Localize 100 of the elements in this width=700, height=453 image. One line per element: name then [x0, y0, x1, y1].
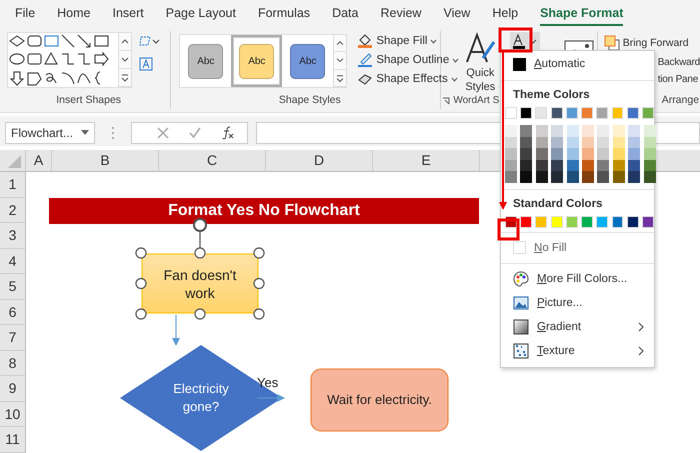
- color-swatch[interactable]: [505, 160, 517, 171]
- name-box[interactable]: Flowchart...: [5, 122, 95, 144]
- color-swatch[interactable]: [566, 148, 579, 160]
- ribbon-tab[interactable]: Home: [57, 2, 90, 26]
- color-swatch[interactable]: [612, 160, 625, 171]
- color-swatch[interactable]: [566, 160, 579, 171]
- color-swatch[interactable]: [535, 216, 548, 228]
- color-swatch[interactable]: [612, 171, 625, 182]
- color-swatch[interactable]: [582, 136, 594, 148]
- more-icon[interactable]: [334, 70, 346, 87]
- color-swatch[interactable]: [536, 125, 548, 136]
- check-icon[interactable]: [189, 126, 201, 138]
- row-header[interactable]: 4: [0, 248, 25, 274]
- color-swatch[interactable]: [582, 171, 594, 182]
- more-icon[interactable]: [119, 69, 131, 87]
- color-swatch[interactable]: [612, 216, 624, 228]
- column-header[interactable]: B: [51, 150, 158, 171]
- function-icon[interactable]: [221, 126, 235, 140]
- color-swatch[interactable]: [597, 136, 610, 148]
- color-swatch[interactable]: [612, 136, 625, 148]
- row-header[interactable]: 1: [0, 172, 25, 198]
- ribbon-command[interactable]: Shape Effects: [357, 72, 460, 86]
- row-header[interactable]: 7: [0, 325, 25, 350]
- color-swatch[interactable]: [536, 148, 548, 160]
- color-swatch[interactable]: [520, 148, 532, 160]
- cancel-icon[interactable]: [157, 126, 169, 138]
- color-swatch[interactable]: [551, 125, 564, 136]
- color-swatch[interactable]: [596, 107, 608, 119]
- color-swatch[interactable]: [551, 148, 564, 160]
- color-swatch[interactable]: [535, 107, 548, 119]
- ribbon-command[interactable]: Shape Outline: [357, 53, 460, 67]
- color-swatch[interactable]: [566, 136, 579, 148]
- color-swatch[interactable]: [628, 136, 640, 148]
- color-swatch[interactable]: [644, 160, 656, 171]
- color-swatch[interactable]: [582, 148, 594, 160]
- color-swatch[interactable]: [505, 148, 517, 160]
- shapes-gallery[interactable]: [7, 32, 132, 88]
- row-header[interactable]: 11: [0, 427, 25, 452]
- row-header[interactable]: 6: [0, 300, 25, 325]
- color-swatch[interactable]: [626, 107, 639, 119]
- color-swatch[interactable]: [582, 125, 594, 136]
- color-swatch[interactable]: [628, 171, 640, 182]
- row-header[interactable]: 8: [0, 350, 25, 376]
- color-swatch[interactable]: [626, 216, 639, 228]
- ribbon-tab[interactable]: Review: [380, 2, 422, 26]
- color-swatch[interactable]: [551, 171, 564, 182]
- color-swatch[interactable]: [597, 171, 610, 182]
- ribbon-tab[interactable]: Shape Format: [540, 2, 624, 26]
- menu-item[interactable]: Picture...: [501, 290, 654, 314]
- color-swatch[interactable]: [520, 171, 532, 182]
- edit-shape-icon[interactable]: [138, 34, 160, 48]
- text-box-icon[interactable]: [138, 56, 154, 72]
- column-header[interactable]: D: [265, 150, 372, 171]
- ribbon-tab[interactable]: Data: [332, 2, 358, 26]
- color-swatch[interactable]: [505, 171, 517, 182]
- scroll-down-icon[interactable]: [334, 52, 346, 70]
- scroll-down-icon[interactable]: [119, 51, 131, 69]
- ribbon-tab[interactable]: Formulas: [258, 2, 310, 26]
- color-swatch[interactable]: [644, 171, 656, 182]
- color-swatch[interactable]: [536, 160, 548, 171]
- style-option[interactable]: Abc: [231, 35, 282, 87]
- color-swatch[interactable]: [520, 107, 532, 119]
- row-header[interactable]: 3: [0, 223, 25, 248]
- color-swatch[interactable]: [566, 125, 579, 136]
- color-swatch[interactable]: [550, 216, 563, 228]
- row-header[interactable]: 5: [0, 274, 25, 300]
- row-header[interactable]: 2: [0, 198, 25, 223]
- menu-item[interactable]: More Fill Colors...: [501, 266, 654, 290]
- color-swatch[interactable]: [612, 107, 624, 119]
- column-header[interactable]: C: [158, 150, 265, 171]
- color-swatch[interactable]: [644, 125, 656, 136]
- styles-gallery[interactable]: Abc Abc Abc: [179, 34, 348, 88]
- menu-item[interactable]: Texture: [501, 338, 654, 362]
- color-swatch[interactable]: [505, 136, 517, 148]
- color-swatch[interactable]: [566, 171, 579, 182]
- row-header[interactable]: 9: [0, 376, 25, 402]
- color-swatch[interactable]: [628, 160, 640, 171]
- color-swatch[interactable]: [597, 125, 610, 136]
- scroll-up-icon[interactable]: [119, 33, 131, 51]
- column-header[interactable]: A: [25, 150, 51, 171]
- menu-item[interactable]: Automatic: [501, 51, 654, 77]
- color-swatch[interactable]: [644, 136, 656, 148]
- color-swatch[interactable]: [642, 216, 654, 228]
- ribbon-tab[interactable]: Page Layout: [166, 2, 236, 26]
- color-swatch[interactable]: [566, 107, 578, 119]
- color-swatch[interactable]: [597, 148, 610, 160]
- quick-styles-button[interactable]: Quick Styles: [458, 32, 502, 94]
- color-swatch[interactable]: [612, 148, 625, 160]
- menu-item[interactable]: Gradient: [501, 314, 654, 338]
- ribbon-command[interactable]: Bring Forward: [604, 35, 689, 51]
- selection-handles[interactable]: [133, 216, 267, 322]
- color-swatch[interactable]: [520, 136, 532, 148]
- color-swatch[interactable]: [642, 107, 654, 119]
- style-option[interactable]: Abc: [282, 35, 334, 87]
- color-swatch[interactable]: [551, 136, 564, 148]
- column-header[interactable]: E: [372, 150, 479, 171]
- menu-item[interactable]: No Fill: [501, 236, 654, 260]
- color-swatch[interactable]: [644, 148, 656, 160]
- dialog-launcher-icon[interactable]: [442, 96, 450, 104]
- scroll-up-icon[interactable]: [334, 35, 346, 52]
